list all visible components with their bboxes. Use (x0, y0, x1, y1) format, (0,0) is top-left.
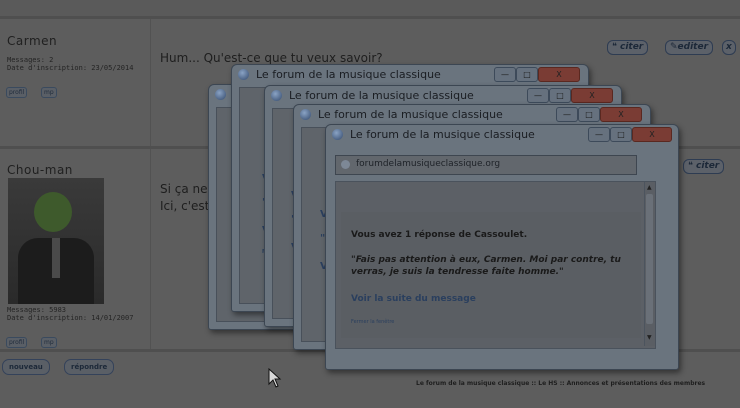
read-more-link[interactable]: Voir la suite du message (351, 294, 476, 304)
cabbage-head (34, 192, 72, 232)
quote-button[interactable]: ❝ citer (607, 40, 649, 55)
join-date: Date d'inscription: 14/01/2007 (7, 314, 134, 322)
top-strip (0, 0, 740, 19)
maximize-icon: □ (585, 110, 593, 119)
scroll-up-arrow-icon[interactable]: ▲ (647, 184, 652, 191)
address-text: forumdelamusiqueclassique.org (356, 159, 501, 169)
maximize-button[interactable]: □ (610, 127, 632, 142)
minimize-button[interactable]: — (527, 88, 549, 103)
close-button[interactable]: X (632, 127, 672, 142)
avatar-tie (52, 238, 60, 278)
minimize-icon: — (534, 91, 542, 100)
maximize-button[interactable]: □ (516, 67, 538, 82)
close-window-link[interactable]: Fermer la fenêtre (351, 319, 394, 325)
quote-label: citer (695, 161, 720, 171)
reply-quote: "Fais pas attention à eux, Carmen. Moi p… (351, 255, 621, 277)
quote-button[interactable]: ❝ citer (683, 159, 725, 174)
notice-prefix: Vous avez (351, 230, 405, 240)
post-text-line-2: Ici, c'est (160, 199, 210, 213)
title-bar[interactable]: Le forum de la musique classique — □ X (326, 125, 678, 145)
title-bar[interactable]: Le forum de la musique classique — □ X (265, 86, 621, 106)
notice-suffix: de Cassoulet. (455, 230, 528, 240)
edit-button[interactable]: ✎editer (665, 40, 714, 55)
minimize-button[interactable]: — (588, 127, 610, 142)
scroll-down-arrow-icon[interactable]: ▼ (647, 334, 652, 341)
scrollbar-thumb[interactable] (646, 194, 653, 324)
breadcrumb-footer[interactable]: Le forum de la musique classique :: Le H… (416, 380, 705, 387)
mp-button[interactable]: mp (41, 87, 57, 98)
minimize-icon: — (595, 130, 603, 139)
address-bar[interactable]: forumdelamusiqueclassique.org (335, 155, 637, 175)
mouse-cursor-icon (268, 368, 282, 388)
quote-icon: ❝ (612, 42, 620, 52)
post-text-line-1: Si ça ne (160, 182, 208, 196)
globe-icon (300, 109, 311, 120)
globe-icon (332, 129, 343, 140)
mp-label: mp (44, 89, 54, 96)
post-text: Hum... Qu'est-ce que tu veux savoir? (160, 51, 383, 65)
close-icon: X (618, 110, 624, 119)
join-date: Date d'inscription: 23/05/2014 (7, 64, 134, 72)
notice-heading: Vous avez 1 réponse de Cassoulet. (351, 230, 527, 240)
mp-label: mp (44, 339, 54, 346)
scrollbar[interactable]: ▲ ▼ (644, 182, 655, 346)
delete-label: x (726, 42, 732, 52)
close-button[interactable]: X (600, 107, 642, 122)
notice-count: 1 réponse (404, 230, 456, 240)
window-title: Le forum de la musique classique (256, 68, 441, 81)
minimize-icon: — (501, 70, 509, 79)
username[interactable]: Chou-man (7, 163, 73, 177)
globe-icon (271, 90, 282, 101)
globe-icon (341, 160, 350, 169)
reply-label: répondre (71, 363, 108, 371)
maximize-button[interactable]: □ (549, 88, 571, 103)
window-title: Le forum de la musique classique (350, 128, 535, 141)
avatar[interactable] (8, 178, 104, 304)
maximize-button[interactable]: □ (578, 107, 600, 122)
notification-content: Vous avez 1 réponse de Cassoulet. "Fais … (335, 181, 656, 349)
window-title: Le forum de la musique classique (318, 108, 503, 121)
close-icon: X (556, 70, 562, 79)
new-topic-button[interactable]: nouveau (2, 359, 50, 375)
globe-icon (238, 69, 249, 80)
post-author-column: Carmen Messages: 2 Date d'inscription: 2… (0, 19, 151, 146)
maximize-icon: □ (556, 91, 564, 100)
minimize-icon: — (563, 110, 571, 119)
edit-label: editer (677, 42, 709, 52)
minimize-button[interactable]: — (494, 67, 516, 82)
popup-window-front[interactable]: Le forum de la musique classique — □ X f… (325, 124, 679, 370)
mp-button[interactable]: mp (41, 337, 57, 348)
minimize-button[interactable]: — (556, 107, 578, 122)
title-bar[interactable]: Le forum de la musique classique — □ X (294, 105, 650, 125)
new-topic-label: nouveau (9, 363, 43, 371)
close-icon: X (649, 130, 655, 139)
profile-button[interactable]: profil (6, 337, 28, 348)
globe-icon (215, 89, 226, 100)
quote-label: citer (619, 42, 644, 52)
close-button[interactable]: X (571, 88, 613, 103)
maximize-icon: □ (617, 130, 625, 139)
close-icon: X (589, 91, 595, 100)
close-button[interactable]: X (538, 67, 580, 82)
delete-button[interactable]: x (722, 40, 736, 55)
title-bar[interactable]: Le forum de la musique classique — □ X (232, 65, 588, 85)
maximize-icon: □ (523, 70, 531, 79)
pencil-icon: ✎ (670, 42, 678, 52)
reply-button[interactable]: répondre (64, 359, 115, 375)
profile-button[interactable]: profil (6, 87, 28, 98)
profile-label: profil (9, 89, 25, 96)
username[interactable]: Carmen (7, 34, 57, 48)
window-title: Le forum de la musique classique (289, 89, 474, 102)
profile-label: profil (9, 339, 25, 346)
quote-icon: ❝ (688, 161, 696, 171)
